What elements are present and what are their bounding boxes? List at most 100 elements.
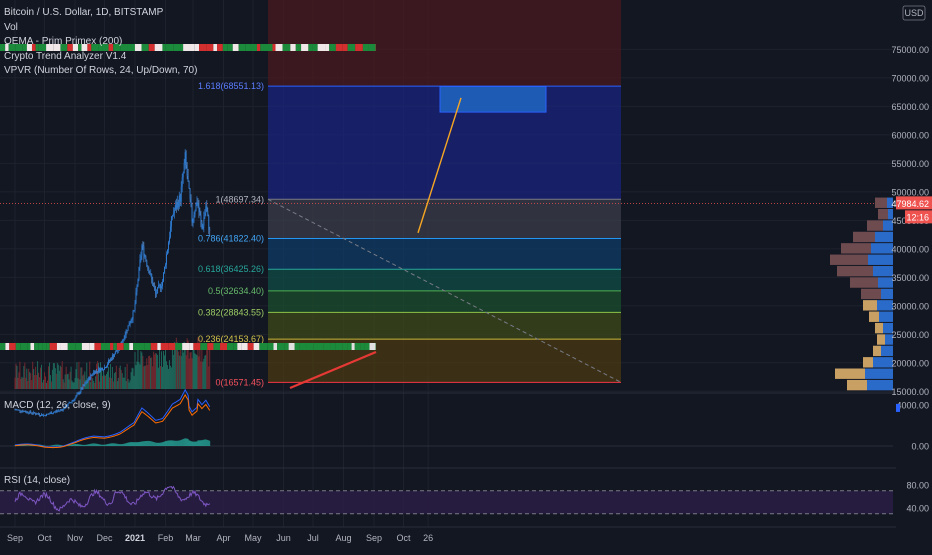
candle-body [128,325,129,331]
candle-body [78,393,79,394]
volume-bar [173,355,174,389]
chart-canvas[interactable]: 1.618(68551.13)1(48697.34)0.786(41822.40… [0,0,932,550]
vpvr-indicator-label[interactable]: VPVR (Number Of Rows, 24, Up/Down, 70) [4,64,197,79]
macd-tick-label: 0.00 [911,442,929,452]
trend-strip-segment [237,343,241,350]
trend-analyzer-label[interactable]: Crypto Trend Analyzer V1.4 [4,50,197,65]
fib-level-label: 0.236(24153.67) [198,334,264,344]
volume-bar [119,368,120,389]
candle-body [181,186,182,201]
time-tick-label: Mar [185,533,201,543]
volume-bar [103,371,104,389]
macd-histogram-bar [196,442,197,446]
trend-strip-segment [76,343,82,350]
volume-bar [143,366,144,389]
trend-strip-segment [276,44,283,51]
volume-bar [126,381,127,389]
candle-body [82,385,83,389]
candle-body [197,203,198,206]
volume-bar [169,360,170,389]
volume-bar [17,366,18,389]
ema-indicator-label[interactable]: OEMA - Prim Primex (200) [4,35,197,50]
vpvr-down-bar [861,289,881,299]
volume-bar [60,366,61,389]
price-axis[interactable]: 75000.0070000.0065000.0060000.0055000.00… [891,0,932,550]
macd-histogram-bar [152,442,153,446]
volume-bar [180,343,181,389]
macd-label[interactable]: MACD (12, 26, close, 9) [4,400,111,411]
volume-bar [15,378,16,389]
volume-bar [54,363,55,389]
volume-bar [53,363,54,389]
candle-body [173,213,174,215]
macd-histogram-bar [148,441,149,446]
volume-bar [107,372,108,389]
candle-body [135,303,136,310]
macd-histogram-bar [70,445,71,446]
volume-bar [61,367,62,389]
volume-bar [150,358,151,389]
volume-bar [99,382,100,389]
macd-histogram-bar [85,445,86,446]
volume-bar [102,376,103,389]
trend-strip-segment [325,44,329,51]
candle-body [23,411,24,412]
macd-histogram-bar [190,441,191,446]
fib-band [268,238,621,269]
volume-bar [113,382,114,389]
volume-bar [75,378,76,389]
macd-histogram-bar [194,442,195,446]
trading-chart[interactable]: 1.618(68551.13)1(48697.34)0.786(41822.40… [0,0,932,550]
macd-histogram-bar [155,443,156,446]
candle-body [165,265,166,267]
fib-band [268,0,621,86]
macd-histogram-bar [80,444,81,446]
candle-body [209,230,210,231]
volume-bar [193,348,194,389]
trend-strip-segment [90,343,95,350]
volume-bar [36,375,37,389]
time-axis[interactable]: SepOctNovDec2021FebMarAprMayJunJulAugSep… [7,533,433,543]
macd-histogram-bar [133,442,134,446]
volume-bar [203,359,204,389]
candle-body [206,206,207,211]
macd-histogram-bar [59,445,60,446]
volume-bar [105,376,106,389]
trend-strip-segment [259,343,267,350]
candle-body [43,415,44,416]
volume-bar [172,345,173,389]
macd-histogram-bar [182,439,183,446]
candle-body [123,339,124,342]
volume-bar [130,380,131,389]
volume-bar [94,383,95,389]
price-tick-label: 50000.00 [891,187,929,197]
candle-body [177,202,178,208]
candle-body [174,210,175,213]
trend-strip-segment [227,343,233,350]
candle-body [169,237,170,242]
volume-bar [204,356,205,389]
macd-histogram-bar [134,442,135,446]
symbol-title[interactable]: Bitcoin / U.S. Dollar, 1D, BITSTAMP [4,6,197,21]
volume-bar [161,351,162,389]
volume-bar [195,353,196,389]
volume-bar [112,367,113,389]
volume-indicator-label[interactable]: Vol [4,21,197,36]
trend-strip-segment [110,343,113,350]
macd-histogram-bar [209,441,210,446]
rsi-label[interactable]: RSI (14, close) [4,475,70,486]
candle-body [190,188,191,199]
candle-body [53,412,54,413]
candle-body [208,216,209,230]
trend-strip-segment [272,44,275,51]
trend-strip-segment [274,343,278,350]
time-tick-label: Sep [7,533,23,543]
volume-bar [198,356,199,389]
volume-bar [145,365,146,389]
trend-strip-segment [157,343,161,350]
price-tick-label: 35000.00 [891,273,929,283]
volume-bar [96,364,97,389]
macd-histogram-bar [25,445,26,446]
macd-histogram-bar [192,441,193,446]
macd-histogram-bar [180,440,181,446]
